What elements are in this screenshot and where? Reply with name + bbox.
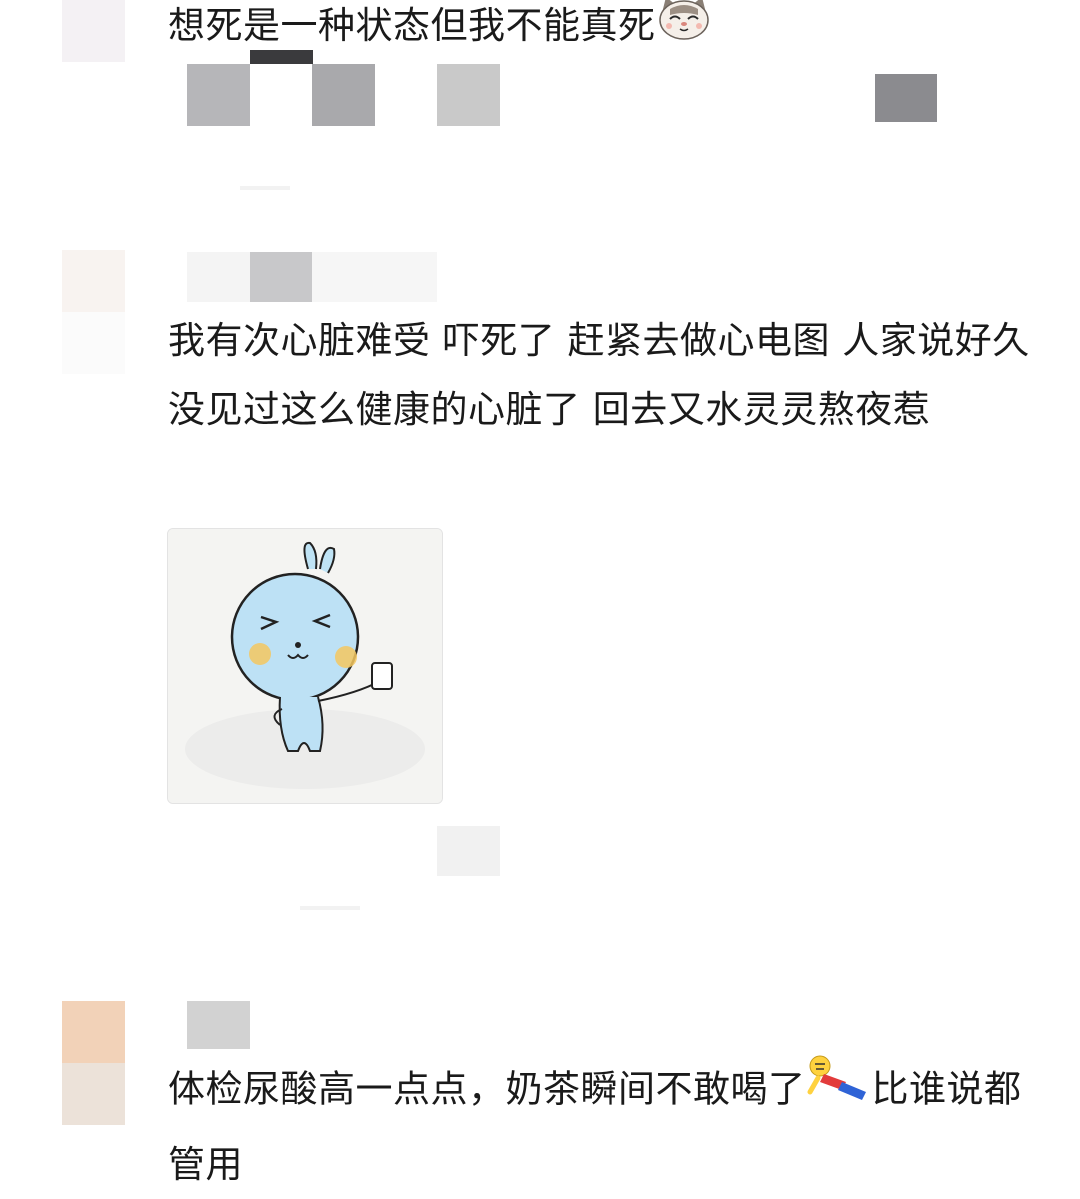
avatar[interactable] (62, 1001, 125, 1063)
mosaic-block (187, 1001, 250, 1049)
avatar-lower (62, 1063, 125, 1125)
comment-text: 体检尿酸高一点点，奶茶瞬间不敢喝了 比谁说都管用 (168, 1052, 1038, 1199)
comment-body-start: 体检尿酸高一点点，奶茶瞬间不敢喝了 (168, 1067, 806, 1111)
comment-3: 体检尿酸高一点点，奶茶瞬间不敢喝了 比谁说都管用 (0, 0, 1080, 1188)
falling-person-emoji-icon (806, 1052, 872, 1130)
